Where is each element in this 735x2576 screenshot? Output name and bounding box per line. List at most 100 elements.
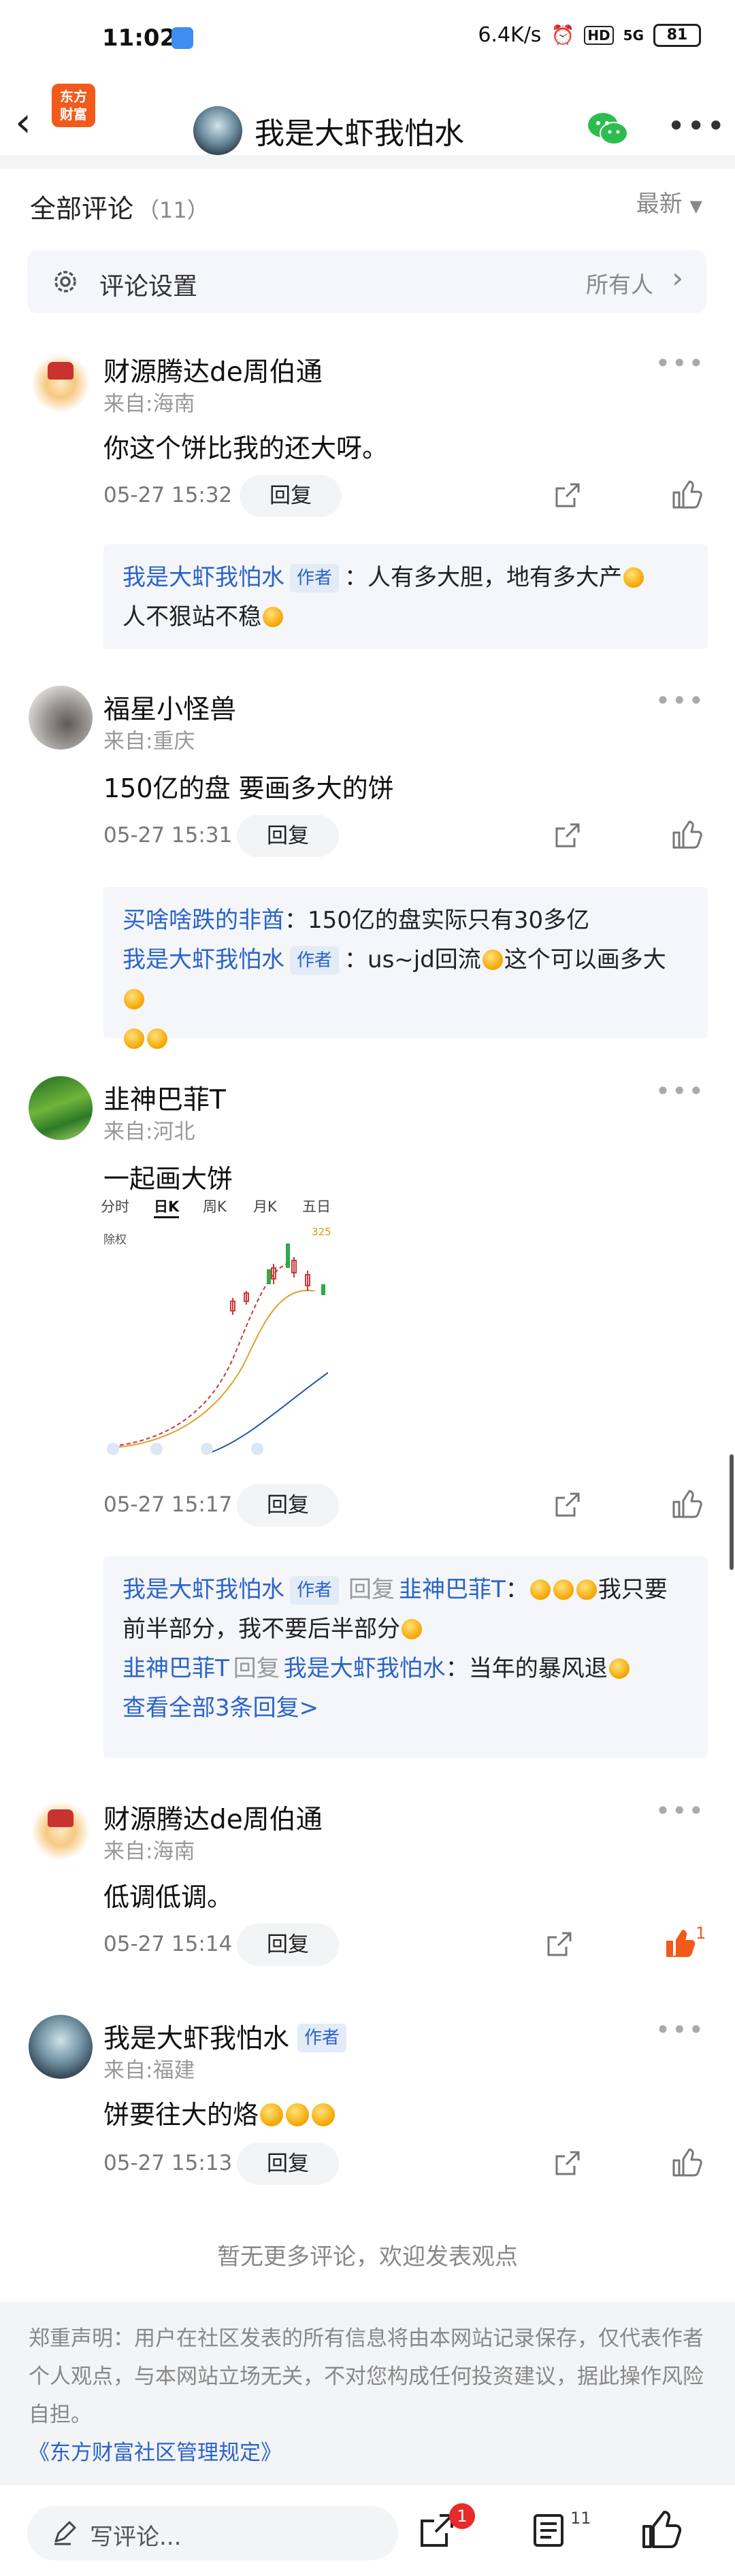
avatar[interactable] xyxy=(29,348,93,412)
avatar[interactable] xyxy=(29,2015,93,2079)
more-icon[interactable]: ••• xyxy=(667,107,726,144)
back-icon[interactable]: ‹ xyxy=(15,102,31,143)
reply-target[interactable]: 韭神巴菲T xyxy=(399,1576,506,1603)
gear-icon xyxy=(54,271,76,292)
disclaimer: 郑重声明：用户在社区发表的所有信息将由本网站记录保存，仅代表作者个人观点，与本网… xyxy=(0,2302,735,2486)
app-logo: 东方 财富 xyxy=(52,84,95,127)
emoji-icon xyxy=(608,1658,630,1679)
reply-item[interactable]: 我是大虾我怕水 作者 ：us~jd回流 这个可以画多大 xyxy=(122,940,689,1019)
alarm-icon: ⏰ xyxy=(551,24,575,46)
author-avatar[interactable] xyxy=(193,106,242,155)
status-indicators: 6.4K/s ⏰ HD 5G 81 xyxy=(478,23,701,47)
view-all-replies-link[interactable]: 查看全部3条回复> xyxy=(122,1688,689,1728)
comment-time: 05-27 15:13 xyxy=(103,2151,233,2175)
reply-item[interactable]: 我是大虾我怕水 作者 ：人有多大胆，地有多大产 xyxy=(122,558,689,597)
comments-count: （11） xyxy=(137,197,209,223)
avatar[interactable] xyxy=(29,1076,93,1140)
reply-button[interactable]: 回复 xyxy=(237,1924,339,1966)
reply-user[interactable]: 我是大虾我怕水 xyxy=(122,564,284,591)
comment-time: 05-27 15:14 xyxy=(103,1932,233,1956)
reply-text: ：人有多大胆，地有多大产 xyxy=(344,564,623,591)
hd-icon: HD xyxy=(584,25,614,45)
thumbs-up-icon[interactable] xyxy=(670,2147,702,2179)
wechat-icon[interactable] xyxy=(587,112,629,147)
reply-user[interactable]: 买啥啥跌的非酋 xyxy=(122,907,284,934)
comment-author[interactable]: 财源腾达de周伯通 xyxy=(103,1799,323,1837)
comment-text: 你这个饼比我的还大呀。 xyxy=(103,433,389,463)
comments-title: 全部评论 xyxy=(30,194,134,224)
comment-meta: 05-27 15:13 回复 xyxy=(103,2143,716,2185)
reply-item[interactable]: 韭神巴菲T 回复 我是大虾我怕水：当年的暴风退 xyxy=(122,1649,689,1688)
status-bar: 11:02 6.4K/s ⏰ HD 5G 81 xyxy=(0,0,735,82)
author-badge: 作者 xyxy=(290,564,340,592)
settings-value: 所有人 xyxy=(586,271,653,298)
avatar[interactable] xyxy=(29,686,93,750)
share-icon[interactable] xyxy=(553,820,583,850)
reply-button[interactable]: 回复 xyxy=(237,2143,339,2185)
comment-time: 05-27 15:17 xyxy=(103,1492,233,1517)
more-icon[interactable]: ••• xyxy=(655,348,705,378)
scrollbar[interactable] xyxy=(730,1454,734,1570)
emoji-icon xyxy=(312,2103,336,2126)
reply-button[interactable]: 回复 xyxy=(237,815,339,857)
thumbs-up-icon[interactable] xyxy=(670,819,702,852)
signal-icon: 5G xyxy=(623,27,644,44)
comments-icon[interactable] xyxy=(531,2511,569,2549)
reply-thread: 我是大虾我怕水 作者 ：人有多大胆，地有多大产 人不狠站不稳 xyxy=(103,544,708,649)
comment-author[interactable]: 财源腾达de周伯通 xyxy=(103,351,323,389)
comment-author-name: 我是大虾我怕水 xyxy=(103,2024,290,2054)
page-title: 我是大虾我怕水 xyxy=(255,116,464,151)
comment-text: 低调低调。 xyxy=(103,1882,233,1912)
reply-thread: 买啥啥跌的非酋：150亿的盘实际只有30多亿 我是大虾我怕水 作者 ：us~jd回流… xyxy=(103,887,708,1049)
share-icon[interactable] xyxy=(553,2148,583,2178)
more-icon[interactable]: ••• xyxy=(655,2015,705,2045)
emoji-icon xyxy=(286,2103,310,2126)
comment-text: 一起画大饼 xyxy=(103,1164,233,1194)
sort-dropdown[interactable]: 最新 ▼ xyxy=(636,185,702,218)
more-icon[interactable]: ••• xyxy=(655,1796,705,1826)
community-rules-link[interactable]: 《东方财富社区管理规定》 xyxy=(29,2434,706,2472)
emoji-icon xyxy=(263,607,283,627)
comment-location: 来自:福建 xyxy=(103,2058,195,2083)
comment-location: 来自:海南 xyxy=(103,1839,195,1864)
share-icon[interactable] xyxy=(553,1490,583,1520)
comment-author[interactable]: 韭神巴菲T xyxy=(103,1079,226,1117)
more-icon[interactable]: ••• xyxy=(655,686,705,716)
reply-item[interactable]: 我是大虾我怕水 作者 回复 韭神巴菲T： 我只要前半部分，我不要后半部分 xyxy=(122,1570,689,1649)
candlestick-thumbnail xyxy=(107,1243,328,1455)
comment-author[interactable]: 我是大虾我怕水 作者 xyxy=(103,2018,347,2056)
reply-button[interactable]: 回复 xyxy=(237,1484,339,1526)
reply-button[interactable]: 回复 xyxy=(240,475,342,517)
reply-item[interactable]: 买啥啥跌的非酋：150亿的盘实际只有30多亿 xyxy=(122,901,689,940)
like-count: 1 xyxy=(696,1924,706,1943)
emoji-icon xyxy=(124,989,144,1009)
network-speed: 6.4K/s xyxy=(478,23,542,47)
comment-location: 来自:河北 xyxy=(103,1120,195,1144)
attached-chart-image[interactable]: 分时 日K 周K 月K 五日 除权 325 xyxy=(101,1196,331,1462)
reply-text: ： xyxy=(505,1576,529,1603)
thumbs-up-icon[interactable] xyxy=(638,2507,682,2551)
more-icon[interactable]: ••• xyxy=(655,1076,705,1106)
chevron-right-icon: › xyxy=(672,261,683,295)
comment-author[interactable]: 福星小怪兽 xyxy=(103,688,236,726)
thumbs-up-icon[interactable] xyxy=(670,1488,702,1521)
emoji-icon xyxy=(529,1579,551,1600)
reply-target[interactable]: 我是大虾我怕水 xyxy=(284,1655,446,1682)
reply-user[interactable]: 我是大虾我怕水 xyxy=(122,946,284,973)
share-icon[interactable] xyxy=(553,480,583,510)
share-badge: 1 xyxy=(449,2503,475,2529)
emoji-icon xyxy=(402,1619,422,1639)
thumbs-up-icon[interactable] xyxy=(670,479,702,512)
write-comment-input[interactable]: 写评论... xyxy=(27,2506,398,2560)
author-badge: 作者 xyxy=(290,1576,340,1605)
comment-settings-row[interactable]: 评论设置 所有人 › xyxy=(27,250,706,313)
write-comment-placeholder: 写评论... xyxy=(90,2524,182,2551)
reply-user[interactable]: 韭神巴菲T xyxy=(122,1655,229,1682)
comment-text-body: 饼要往大的烙 xyxy=(103,2100,259,2130)
thumbs-up-icon[interactable] xyxy=(663,1928,696,1960)
reply-user[interactable]: 我是大虾我怕水 xyxy=(122,1576,284,1603)
avatar[interactable] xyxy=(29,1796,93,1860)
share-icon[interactable] xyxy=(544,1929,574,1959)
settings-label: 评论设置 xyxy=(99,273,198,301)
reply-text: ：us~jd回流 xyxy=(344,946,481,973)
